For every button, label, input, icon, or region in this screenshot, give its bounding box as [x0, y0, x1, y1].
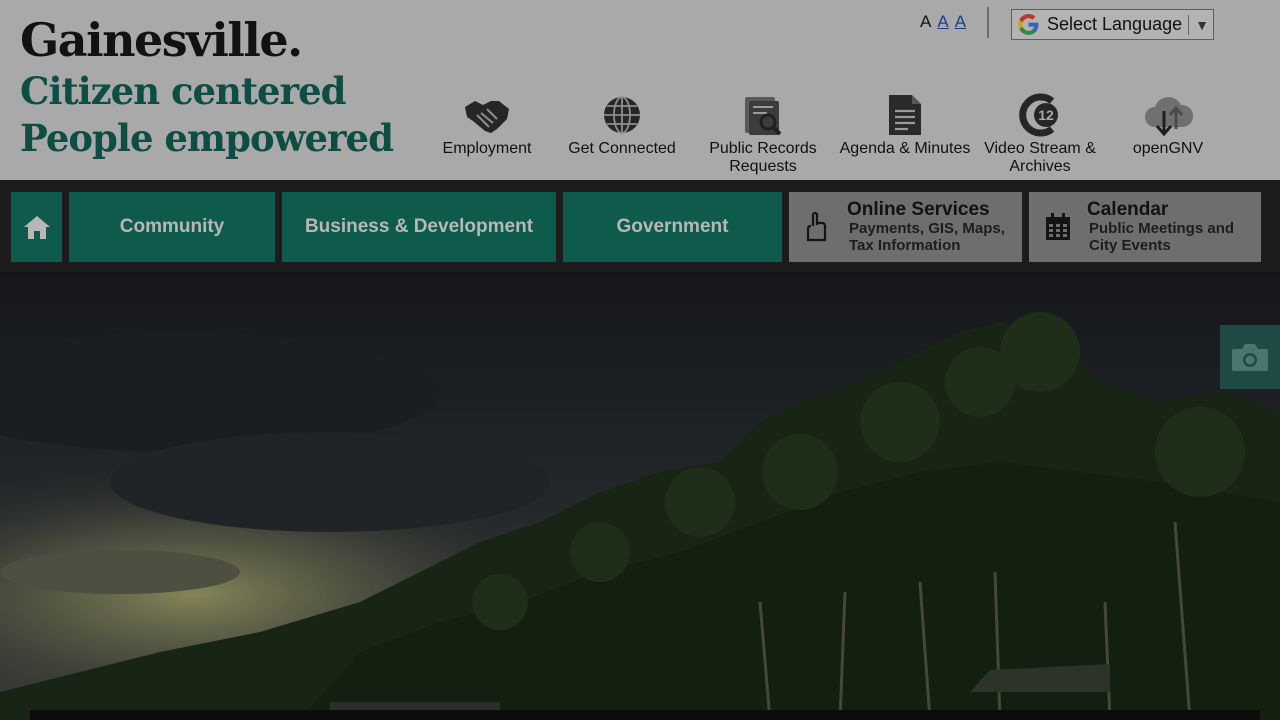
quick-link-employment[interactable]: Employment [412, 92, 562, 158]
nav-government[interactable]: Government [563, 192, 782, 262]
chevron-down-icon: ▼ [1195, 16, 1209, 33]
text-size-small[interactable]: A [920, 12, 931, 32]
home-icon [23, 216, 50, 239]
brand-tagline-1: Citizen centered [20, 69, 346, 113]
language-label: Select Language [1047, 14, 1183, 34]
calendar-title: Calendar [1087, 199, 1169, 220]
hero-landscape [0, 272, 1280, 720]
quick-link-label: Public Records Requests [709, 140, 817, 175]
brand-tagline-2: People empowered [20, 116, 394, 160]
camera-icon [1232, 344, 1268, 371]
quick-link-public-records[interactable]: Public Records Requests [688, 92, 838, 176]
quick-link-agenda[interactable]: Agenda & Minutes [830, 92, 980, 158]
text-size-controls: A A A [920, 12, 966, 32]
svg-text:12: 12 [1038, 107, 1054, 123]
hand-pointer-icon [806, 211, 827, 242]
calendar-icon [1046, 213, 1070, 240]
home-button[interactable] [11, 192, 62, 262]
site-header: Gainesville. Citizen centered People emp… [0, 0, 1280, 180]
handshake-icon [465, 101, 509, 133]
nav-online-services[interactable]: Online Services Payments, GIS, Maps, Tax… [789, 192, 1022, 262]
online-services-subtitle: Payments, GIS, Maps, Tax Information [849, 220, 1005, 254]
language-select[interactable]: Select Language ▼ [1011, 9, 1214, 40]
nav-calendar[interactable]: Calendar Public Meetings and City Events [1029, 192, 1261, 262]
online-services-title: Online Services [847, 199, 990, 220]
header-divider [987, 7, 989, 38]
quick-link-label: Agenda & Minutes [839, 140, 971, 157]
language-separator [1188, 14, 1190, 35]
quick-link-label: Get Connected [568, 140, 676, 157]
records-search-icon [745, 97, 782, 136]
hero-image [0, 272, 1280, 720]
nav-business-development[interactable]: Business & Development [282, 192, 556, 262]
main-nav: Community Business & Development Governm… [0, 180, 1280, 272]
cloud-download-icon [1145, 97, 1193, 137]
quick-link-get-connected[interactable]: Get Connected [547, 92, 697, 158]
brand-logo[interactable]: Gainesville. Citizen centered People emp… [20, 12, 394, 162]
text-size-large[interactable]: A [955, 12, 966, 32]
nav-community[interactable]: Community [69, 192, 275, 262]
document-icon [889, 95, 921, 135]
globe-icon [604, 96, 640, 134]
channel-12-icon: 12 [1019, 93, 1058, 137]
quick-link-opengnv[interactable]: openGNV [1093, 92, 1243, 158]
brand-name: Gainesville. [20, 13, 303, 67]
google-icon [1018, 14, 1039, 35]
quick-link-label: openGNV [1132, 140, 1204, 157]
text-size-medium[interactable]: A [937, 12, 948, 32]
photo-credit-button[interactable] [1220, 325, 1280, 389]
calendar-subtitle: Public Meetings and City Events [1089, 220, 1235, 254]
quick-link-label: Employment [442, 140, 532, 157]
